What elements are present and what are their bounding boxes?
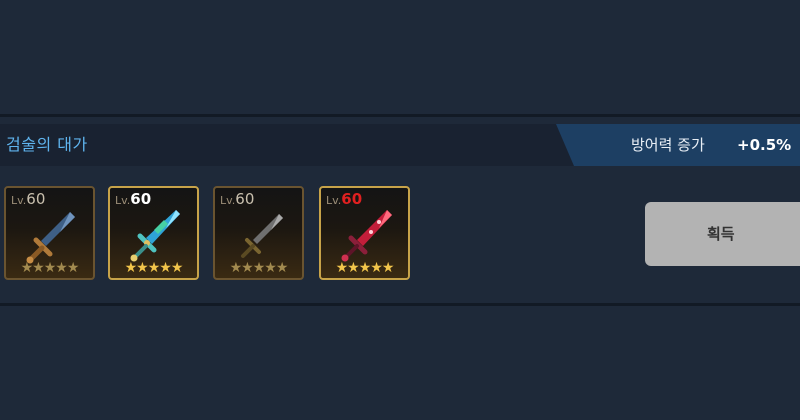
steel-sword-icon [241,214,283,258]
item-slot-4[interactable]: Lv.60 ★★★★★ [319,186,410,280]
stat-label: 방어력 증가 [631,136,705,154]
stat-value: +0.5% [737,136,792,154]
set-title: 검술의 대가 [6,135,88,154]
crystal-sword-icon [130,210,180,262]
panel-top-divider [0,114,800,117]
item-slot-1[interactable]: Lv.60 ★★★★★ [4,186,95,280]
star-rating: ★★★★★ [124,260,184,276]
item-slot-2[interactable]: Lv.60 ★★★★★ [108,186,199,280]
star-rating: ★★★★★ [335,260,395,276]
set-header-bar: 검술의 대가 방어력 증가 +0.5% [0,124,800,166]
star-rating: ★★★★★ [229,260,289,276]
crimson-sword-icon [341,210,392,262]
star-rating: ★★★★★ [20,260,80,276]
bronze-sword-icon [26,212,75,264]
panel-bottom-divider [0,303,800,306]
item-slot-3[interactable]: Lv.60 ★★★★★ [213,186,304,280]
acquire-button[interactable]: 획득 [645,202,800,266]
